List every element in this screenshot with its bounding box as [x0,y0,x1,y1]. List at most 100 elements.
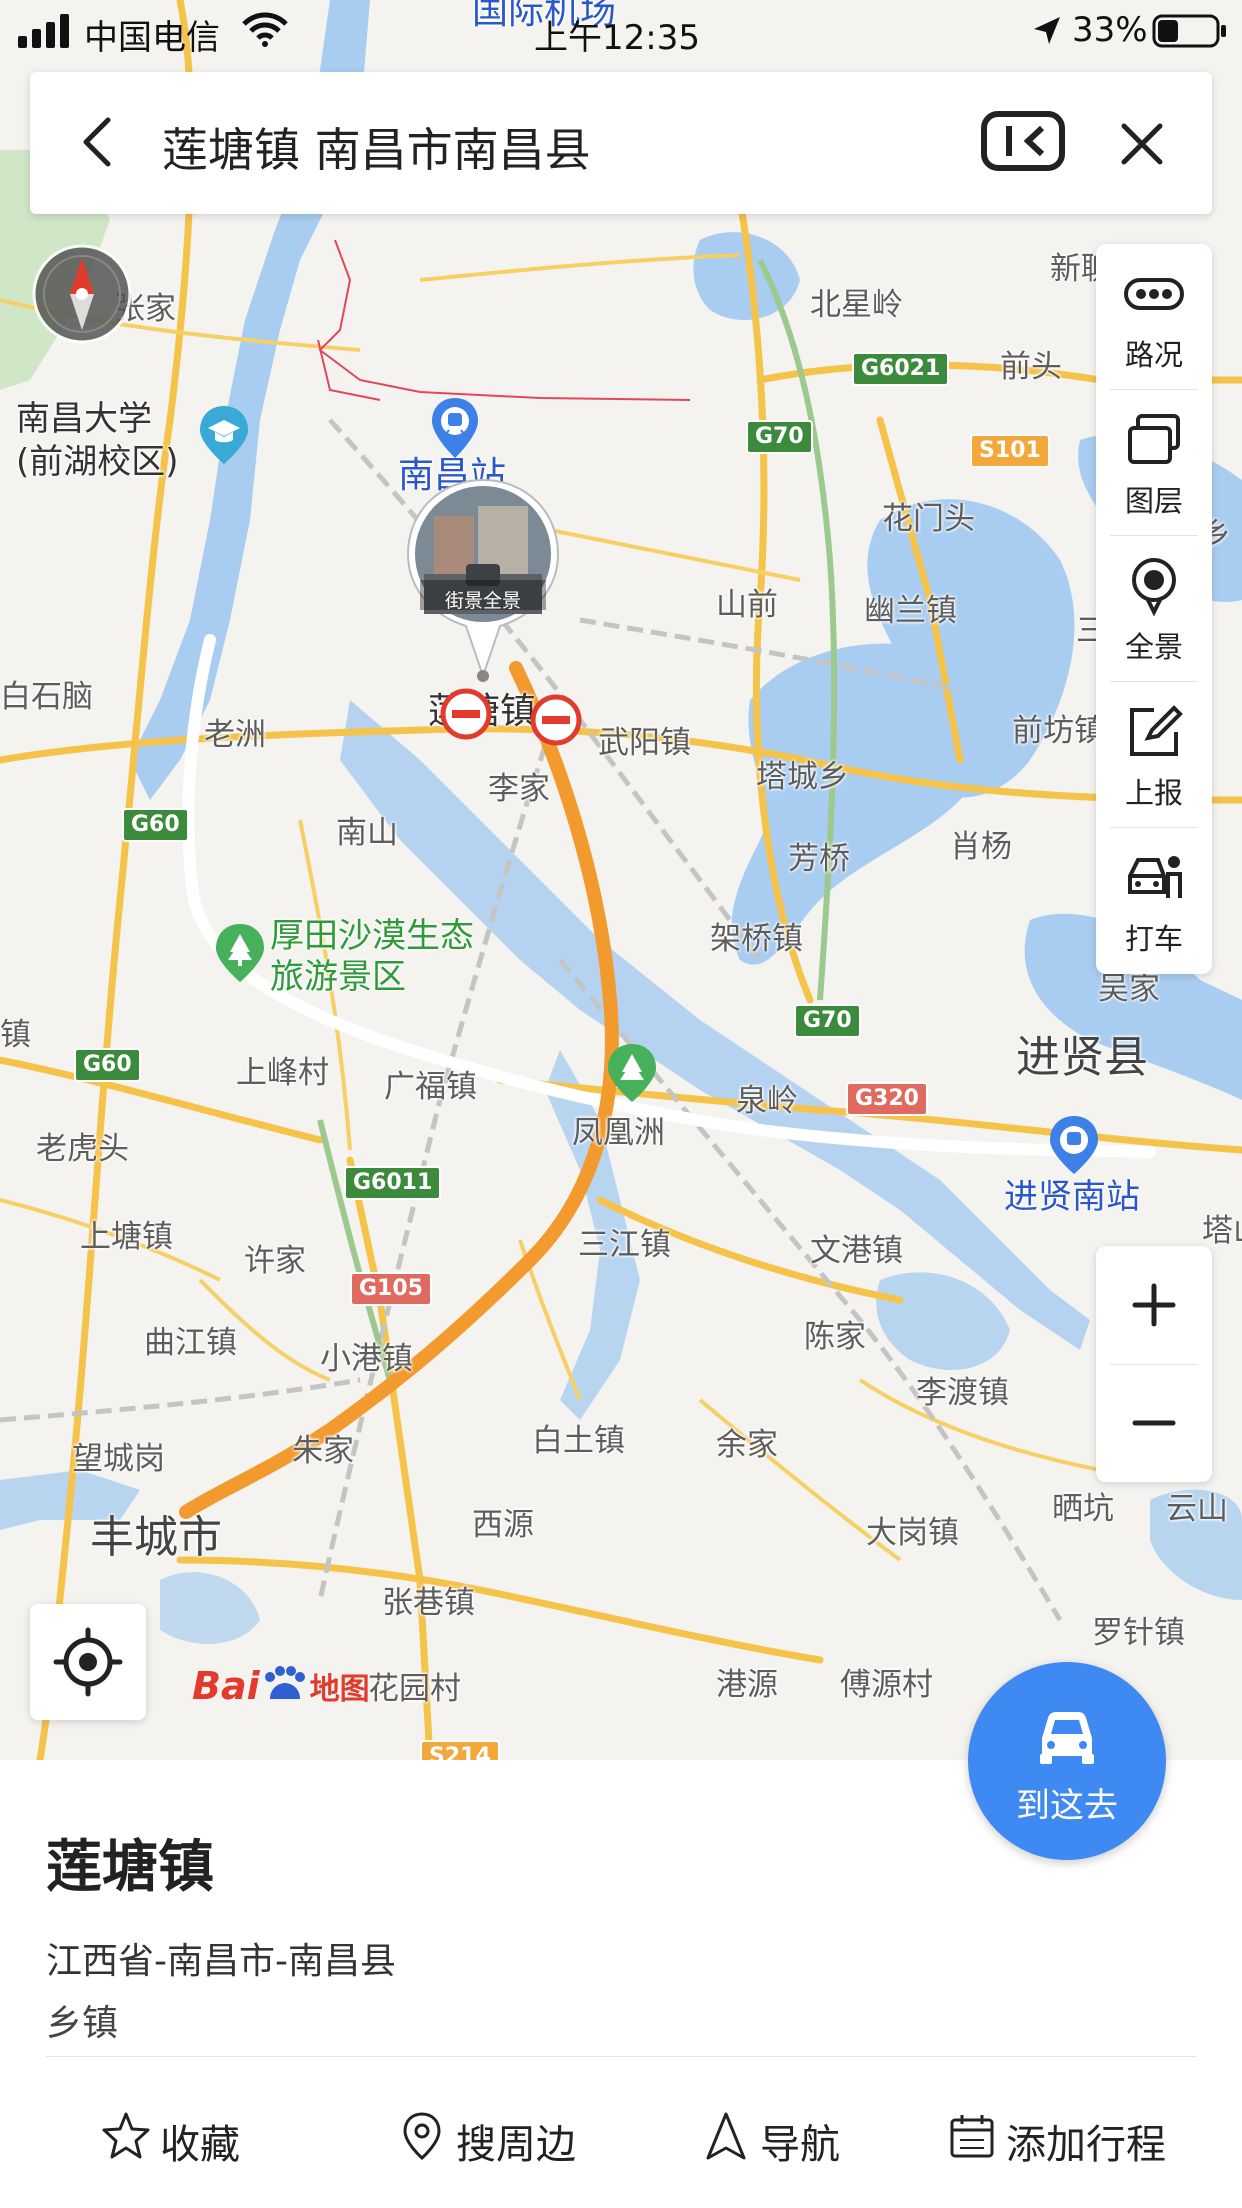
favorite-label: 收藏 [160,2122,240,2168]
map-label-xiaoyang: 肖杨 [950,829,1012,865]
compass-icon[interactable] [30,242,134,346]
map-label-xiaogang: 小港镇 [320,1341,413,1377]
map-label-fenghuangzhou: 凤凰洲 [572,1115,665,1151]
map-label-youlanzhen: 幽兰镇 [864,593,957,629]
taxi-button[interactable]: 打车 [1096,828,1212,974]
map-label-xujia: 许家 [244,1243,306,1279]
map-label-luozhen: 罗针镇 [1092,1615,1185,1651]
map-label-nanshan: 南山 [336,815,398,851]
signal-icon [18,14,69,48]
map-label-fuyuancun: 傅源村 [840,1667,933,1703]
road-shield-g60-upper: G60 [122,808,189,842]
map-label-jinxian-south-station: 进贤南站 [1004,1177,1140,1217]
report-label: 上报 [1124,776,1183,810]
road-shield-g320: G320 [846,1082,928,1116]
scenic-area-icon-2[interactable] [604,1042,660,1106]
locate-me-button[interactable] [30,1604,146,1720]
road-shield-s214: S214 [420,1740,500,1760]
panorama-icon [1132,558,1176,616]
map-label-fengcheng: 丰城市 [90,1512,222,1563]
road-shield-g105: G105 [350,1272,432,1306]
jinxian-south-station-icon[interactable] [1046,1114,1102,1178]
battery-icon [1152,14,1226,48]
report-button[interactable]: 上报 [1096,682,1212,828]
train-station-icon[interactable] [428,396,482,462]
traffic-button[interactable]: 路况 [1096,244,1212,390]
taxi-label: 打车 [1124,922,1183,956]
map-label-wengang: 文港镇 [810,1233,903,1269]
road-shield-s101: S101 [970,434,1050,468]
map-label-chenjia: 陈家 [804,1319,866,1355]
layers-label: 图层 [1124,484,1183,518]
map-label-baishinao: 白石脑 [0,679,93,715]
map-label-qianfang: 前坊镇 [1012,713,1105,749]
street-view-thumbnail[interactable]: 街景全景 [404,476,562,686]
location-pin-icon [403,2112,441,2161]
map-label-shaikeng: 晒坑 [1052,1491,1114,1527]
zoom-controls [1096,1246,1212,1482]
street-view-caption: 街景全景 [444,590,521,612]
road-shield-g70-lower: G70 [794,1004,861,1038]
map-label-fangqiao: 芳桥 [788,841,850,877]
panel-divider [46,2056,1196,2057]
star-icon [102,2112,150,2159]
calendar-icon [950,2115,994,2158]
go-there-button[interactable]: 到这去 [968,1662,1166,1860]
map-label-shangfengcun: 上峰村 [236,1055,329,1091]
map-label-tachengxiang: 塔城乡 [756,759,849,795]
back-arrow-icon[interactable] [70,112,130,172]
map-label-lijia: 李家 [488,771,550,807]
navigate-label: 导航 [760,2122,840,2168]
map-label-zhen-left: 镇 [0,1017,31,1053]
map-canvas[interactable]: 国际机场 张家 新聊 北星岭 前头 南昌大学 (前湖校区) 南昌站 花门头 山前… [0,0,1242,1760]
map-label-yunshan: 云山 [1166,1491,1228,1527]
search-nearby-label: 搜周边 [456,2122,576,2168]
ar-toggle-icon[interactable] [980,108,1066,174]
map-toolbar: 路况 图层 全景 上报 打车 [1096,244,1212,974]
location-arrow-icon [1034,17,1060,44]
map-label-quanling: 泉岭 [736,1083,798,1119]
map-label-houtian-scenic: 厚田沙漠生态 旅游景区 [270,916,474,997]
no-entry-icon-2 [530,694,582,746]
add-to-trip-label: 添加行程 [1006,2122,1166,2168]
map-label-shangtang: 上塘镇 [80,1219,173,1255]
status-time: 上午12:35 [534,18,700,58]
map-label-liduzhen: 李渡镇 [916,1375,1009,1411]
map-label-qiantou: 前头 [1000,349,1062,385]
university-icon[interactable] [196,404,252,468]
zoom-out-button[interactable] [1096,1364,1212,1482]
map-label-wangchenggang: 望城岗 [72,1441,165,1477]
map-label-huayuancun: 花园村 [368,1671,461,1707]
map-label-gangyuan: 港源 [716,1667,778,1703]
panorama-button[interactable]: 全景 [1096,536,1212,682]
map-label-wuyangzhen: 武阳镇 [598,725,691,761]
layers-icon [1128,414,1180,464]
map-label-guangfu: 广福镇 [384,1069,477,1105]
scenic-area-icon[interactable] [212,922,268,986]
navigation-arrow-icon [706,2112,746,2160]
road-shield-g6021: G6021 [852,352,950,386]
wifi-icon [242,12,288,47]
map-label-beixingling: 北星岭 [810,287,903,323]
map-label-huamentou: 花门头 [882,501,975,537]
search-query[interactable]: 莲塘镇 南昌市南昌县 [162,114,591,180]
map-label-dagang: 大岗镇 [866,1515,959,1551]
place-name: 莲塘镇 [46,1835,214,1900]
layers-button[interactable]: 图层 [1096,390,1212,536]
map-label-zhangxiang: 张巷镇 [382,1585,475,1621]
no-entry-icon [440,688,492,740]
panorama-label: 全景 [1124,630,1183,664]
close-icon[interactable] [1112,114,1172,174]
search-bar[interactable]: 莲塘镇 南昌市南昌县 [30,72,1212,214]
road-shield-g60-lower: G60 [74,1048,141,1082]
map-label-zhujia: 朱家 [292,1433,354,1469]
map-label-jiaqiaozhen: 架桥镇 [710,921,803,957]
map-label-qujiang: 曲江镇 [144,1325,237,1361]
carrier-name: 中国电信 [84,18,220,58]
place-address: 江西省-南昌市-南昌县 [46,1941,396,1982]
status-bar: 中国电信 上午12:35 33% [0,0,1242,62]
zoom-in-button[interactable] [1096,1246,1212,1364]
report-icon [1130,705,1183,756]
map-label-shanqian: 山前 [716,587,778,623]
map-label-baituzhen: 白土镇 [532,1423,625,1459]
